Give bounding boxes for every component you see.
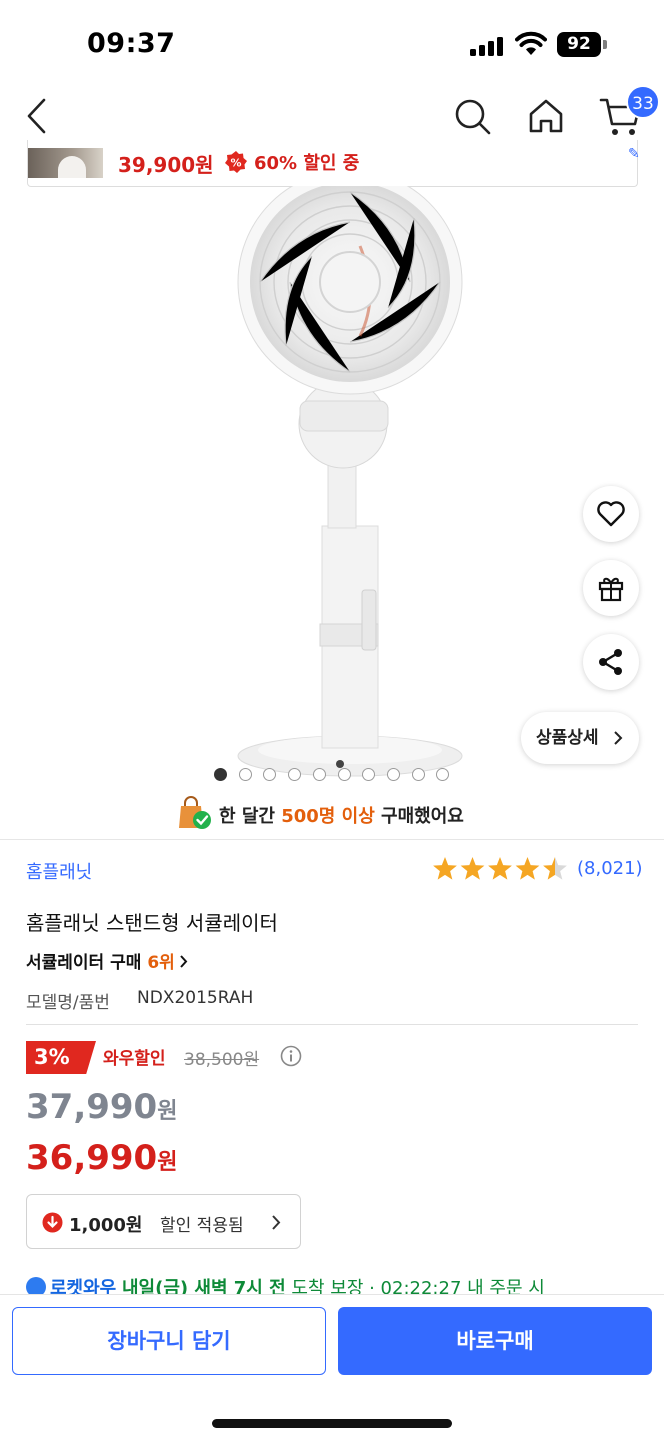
battery-level: 92	[557, 32, 601, 57]
discount-badge-icon: %	[225, 151, 247, 173]
category-rank-link[interactable]: 서큘레이터 구매 6위	[26, 948, 189, 973]
pencil-icon[interactable]: ✎	[628, 146, 640, 162]
star-icon	[488, 857, 512, 880]
star-icon	[433, 857, 457, 880]
down-arrow-icon	[42, 1212, 63, 1233]
back-icon[interactable]	[22, 96, 52, 136]
product-detail-label: 상품상세	[536, 728, 599, 748]
chevron-right-icon	[180, 955, 188, 968]
delivery-info: 로켓와우 내일(금) 새벽 7시 전 도착 보장 · 02:22:27 내 주문…	[26, 1274, 646, 1294]
bottom-action-bar: 장바구니 담기 바로구매	[0, 1294, 664, 1440]
buy-now-button[interactable]: 바로구매	[338, 1307, 652, 1375]
product-image[interactable]	[210, 186, 490, 786]
wow-discount-label: 와우할인	[103, 1049, 166, 1069]
carousel-dot[interactable]	[288, 768, 302, 781]
star-icon	[543, 857, 567, 880]
gift-icon	[598, 577, 624, 602]
info-icon[interactable]	[280, 1045, 302, 1067]
home-icon[interactable]	[526, 96, 566, 136]
product-detail-button[interactable]: 상품상세	[521, 712, 639, 764]
coupon-text: 할인 적용됨	[160, 1216, 244, 1236]
final-price-value: 36,990	[26, 1138, 158, 1178]
share-button[interactable]	[583, 634, 639, 690]
banner-price: 39,900원	[118, 153, 214, 177]
divider	[0, 839, 664, 840]
brand-link[interactable]: 홈플래닛	[26, 858, 92, 884]
coupon-amount: 1,000원	[69, 1215, 143, 1236]
home-indicator	[212, 1419, 452, 1428]
battery-icon: 92	[557, 32, 607, 57]
currency: 원	[157, 1099, 178, 1124]
share-icon	[599, 649, 622, 675]
discount-percent-tag: 3%	[26, 1041, 96, 1074]
star-rating[interactable]	[432, 856, 572, 882]
add-to-cart-button[interactable]: 장바구니 담기	[12, 1307, 326, 1375]
carousel-dot[interactable]	[238, 768, 252, 781]
notice-highlight: 500명 이상	[281, 806, 375, 827]
rocket-label: 로켓와우	[50, 1278, 117, 1294]
delivery-rest: 도착 보장 · 02:22:27 내 주문 시	[291, 1278, 545, 1294]
final-price: 36,990원	[26, 1138, 177, 1178]
original-price: 38,500원	[184, 1050, 260, 1070]
search-icon[interactable]	[452, 96, 494, 138]
model-label: 모델명/품번	[26, 993, 110, 1013]
notice-prefix: 한 달간	[219, 806, 275, 827]
status-bar: 09:37 92	[0, 0, 664, 90]
sticky-price-banner[interactable]: 39,900원 % 60% 할인 중 ✎	[27, 140, 640, 187]
currency: 원	[157, 1150, 178, 1175]
status-time: 09:37	[87, 28, 176, 59]
svg-text:%: %	[230, 157, 241, 170]
wow-price-value: 37,990	[26, 1087, 158, 1127]
product-title: 홈플래닛 스탠드형 서큘레이터	[26, 911, 278, 935]
shopping-bag-icon	[179, 796, 211, 829]
chevron-right-icon	[614, 731, 623, 745]
carousel-dot[interactable]	[337, 768, 351, 781]
carousel-dot[interactable]	[312, 768, 326, 781]
banner-discount: 60% 할인 중	[254, 153, 360, 174]
cart-count-badge: 33	[626, 85, 660, 119]
wow-price: 37,990원	[26, 1087, 177, 1127]
carousel-dot[interactable]	[386, 768, 400, 781]
star-icon	[460, 857, 485, 880]
wishlist-button[interactable]	[583, 486, 639, 542]
carousel-dot[interactable]	[214, 768, 227, 781]
notice-suffix: 구매했어요	[381, 806, 464, 827]
divider	[26, 1024, 638, 1025]
star-icon	[515, 857, 540, 880]
gift-button[interactable]	[583, 560, 639, 616]
rank-value: 6위	[147, 953, 175, 973]
delivery-day: 내일(금) 새벽 7시 전	[121, 1278, 286, 1294]
heart-icon	[597, 501, 625, 527]
banner-thumbnail	[28, 148, 103, 178]
carousel-dot[interactable]	[411, 768, 425, 781]
signal-icon	[470, 36, 506, 56]
model-value: NDX2015RAH	[137, 988, 254, 1008]
rocket-icon	[26, 1277, 46, 1294]
rank-category: 서큘레이터 구매	[26, 953, 142, 973]
wifi-icon	[515, 31, 547, 55]
coupon-applied-button[interactable]: 1,000원 할인 적용됨	[26, 1194, 301, 1249]
review-count[interactable]: (8,021)	[577, 858, 643, 879]
chevron-right-icon	[272, 1215, 281, 1230]
